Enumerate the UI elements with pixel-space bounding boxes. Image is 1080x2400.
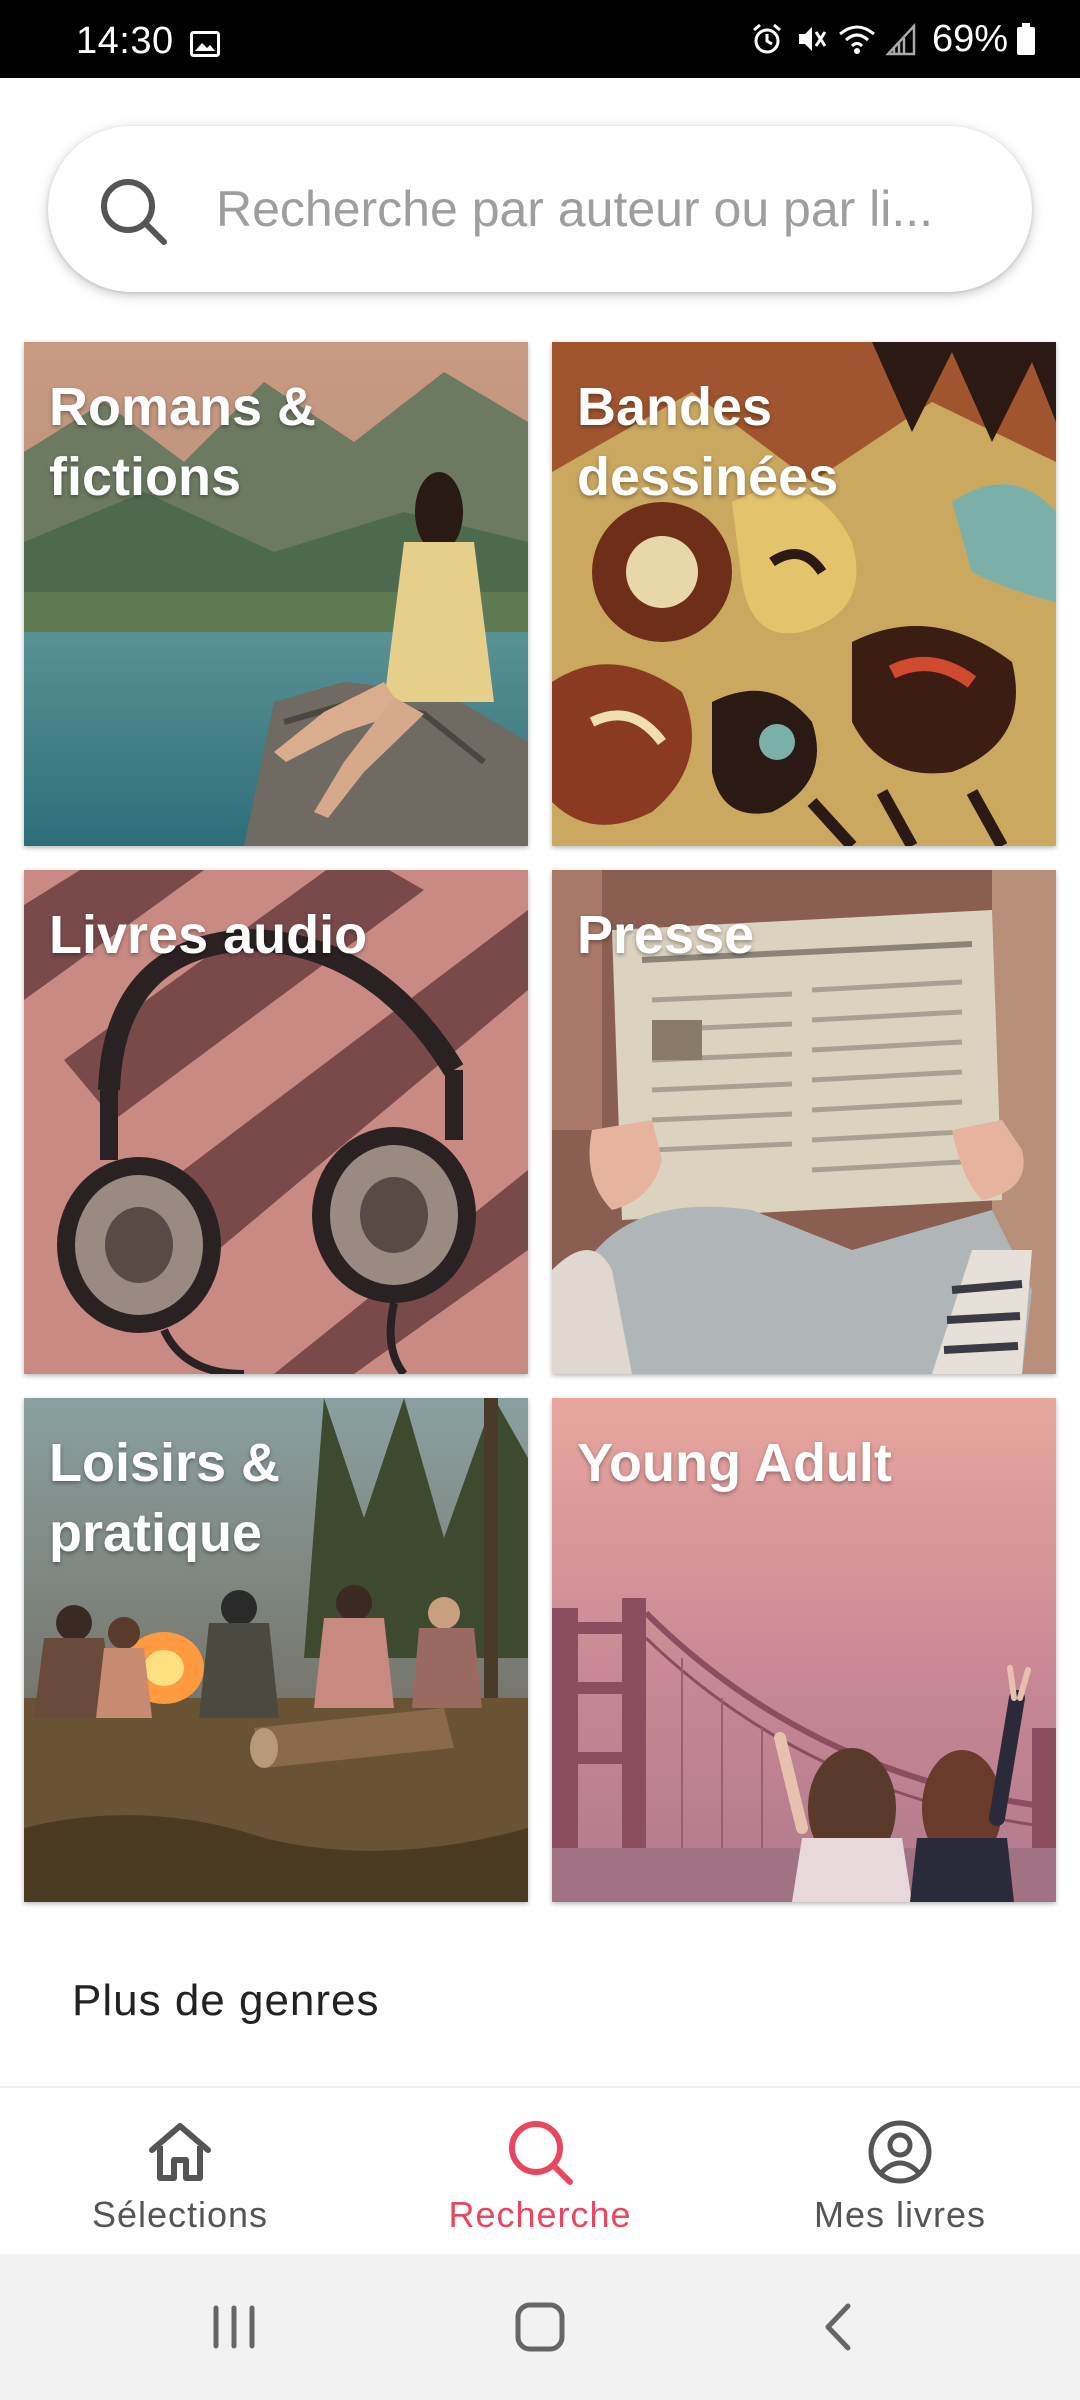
category-tile-livres-audio[interactable]: Livres audio [24, 870, 528, 1374]
nav-item-selections[interactable]: Sélections [0, 2088, 360, 2256]
category-title: Young Adult [577, 1433, 892, 1493]
account-icon [868, 2120, 932, 2184]
search-icon [98, 176, 170, 253]
nav-label: Sélections [91, 2194, 269, 2235]
search-bar[interactable] [48, 126, 1032, 292]
bottom-navigation: Sélections Recherche Mes livres [0, 2086, 1080, 2256]
category-title: Bandes dessinées [577, 377, 839, 507]
status-icons: 69% [750, 18, 1046, 60]
battery-icon [1016, 22, 1046, 56]
status-bar: 14:30 69% [0, 0, 1080, 78]
alarm-icon [750, 22, 794, 56]
battery-percentage: 69% [931, 17, 1008, 60]
category-tile-loisirs-pratique[interactable]: Loisirs & pratique [24, 1398, 528, 1902]
category-tile-young-adult[interactable]: Young Adult [552, 1398, 1056, 1902]
search-icon [509, 2121, 573, 2185]
category-title: Loisirs & pratique [49, 1433, 281, 1563]
system-navigation-bar [0, 2254, 1080, 2400]
home-icon [149, 2123, 211, 2181]
more-genres-link[interactable]: Plus de genres [72, 1976, 380, 2026]
category-tile-presse[interactable]: Presse [552, 870, 1056, 1374]
recent-apps-icon[interactable] [206, 2302, 262, 2357]
nav-item-mes-livres[interactable]: Mes livres [720, 2088, 1080, 2256]
search-input[interactable] [216, 166, 1016, 252]
status-time: 14:30 [76, 20, 174, 62]
back-icon[interactable] [812, 2302, 868, 2357]
mute-icon [794, 22, 838, 56]
wifi-icon [838, 22, 886, 56]
category-tile-romans-fictions[interactable]: Romans & fictions [24, 342, 528, 846]
category-title: Livres audio [49, 905, 368, 965]
nav-item-recherche[interactable]: Recherche [360, 2088, 720, 2256]
nav-label: Recherche [448, 2194, 632, 2235]
category-tile-bandes-dessinees[interactable]: Bandes dessinées [552, 342, 1056, 846]
category-title: Romans & fictions [49, 377, 317, 507]
nav-label: Mes livres [813, 2194, 987, 2235]
gallery-icon [190, 31, 220, 62]
home-button-icon[interactable] [512, 2302, 568, 2357]
signal-icon [885, 22, 926, 56]
category-title: Presse [577, 905, 755, 965]
